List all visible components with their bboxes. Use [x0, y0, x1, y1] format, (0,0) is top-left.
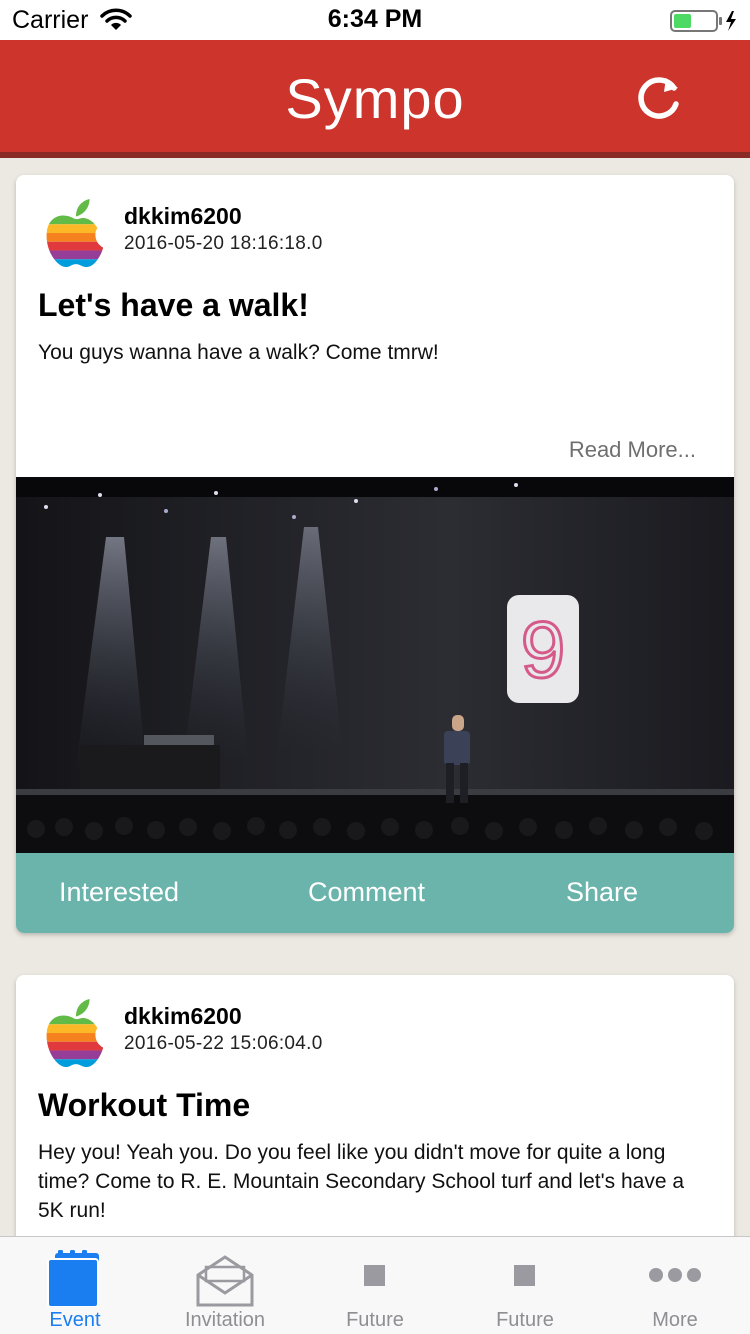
author-name: dkkim6200: [124, 1003, 242, 1029]
comment-button[interactable]: Comment: [308, 877, 425, 908]
square-icon: [514, 1265, 535, 1286]
tab-bar: Event Invitation Future Future More: [0, 1236, 750, 1334]
post-action-bar: Interested Comment Share: [16, 853, 734, 933]
event-feed[interactable]: dkkim6200 2016-05-20 18:16:18.0 Let's ha…: [0, 158, 750, 1236]
post-title: Workout Time: [38, 1087, 251, 1123]
calendar-icon: [47, 1250, 99, 1307]
post-title: Let's have a walk!: [38, 287, 309, 323]
clock-time: 6:34 PM: [327, 5, 423, 33]
post-body: You guys wanna have a walk? Come tmrw!: [38, 341, 439, 364]
post-body: Hey you! Yeah you. Do you feel like you …: [38, 1141, 685, 1222]
post-timestamp: 2016-05-20 18:16:18.0: [124, 233, 323, 254]
more-dots-icon: [649, 1268, 701, 1282]
interested-button[interactable]: Interested: [59, 877, 179, 908]
keynote-stage-image: 9: [16, 477, 734, 853]
tab-label: Event: [49, 1309, 101, 1331]
tab-future[interactable]: Future: [450, 1237, 600, 1334]
post-timestamp: 2016-05-22 15:06:04.0: [124, 1033, 323, 1054]
read-more-link[interactable]: Read More...: [569, 437, 696, 463]
tab-more[interactable]: More: [600, 1237, 750, 1334]
tab-label: Future: [346, 1309, 404, 1331]
author-name: dkkim6200: [124, 203, 242, 229]
ios9-logo-text: 9: [521, 605, 566, 694]
tab-event[interactable]: Event: [0, 1237, 150, 1334]
apple-logo-avatar: [46, 199, 104, 268]
event-card[interactable]: dkkim6200 2016-05-20 18:16:18.0 Let's ha…: [16, 175, 734, 933]
header-bar: Sympo: [0, 40, 750, 158]
tab-label: Invitation: [184, 1309, 266, 1331]
envelope-icon: [196, 1255, 254, 1307]
tab-label: More: [652, 1309, 698, 1331]
status-bar: Carrier 6:34 PM: [0, 0, 750, 40]
event-card[interactable]: dkkim6200 2016-05-22 15:06:04.0 Workout …: [16, 975, 734, 1236]
share-button[interactable]: Share: [566, 877, 638, 908]
tab-label: Future: [496, 1309, 554, 1331]
tab-future[interactable]: Future: [300, 1237, 450, 1334]
tab-invitation[interactable]: Invitation: [150, 1237, 300, 1334]
battery-icon: [670, 10, 736, 32]
refresh-icon[interactable]: [630, 70, 686, 126]
apple-logo-avatar: [46, 999, 104, 1068]
square-icon: [364, 1265, 385, 1286]
